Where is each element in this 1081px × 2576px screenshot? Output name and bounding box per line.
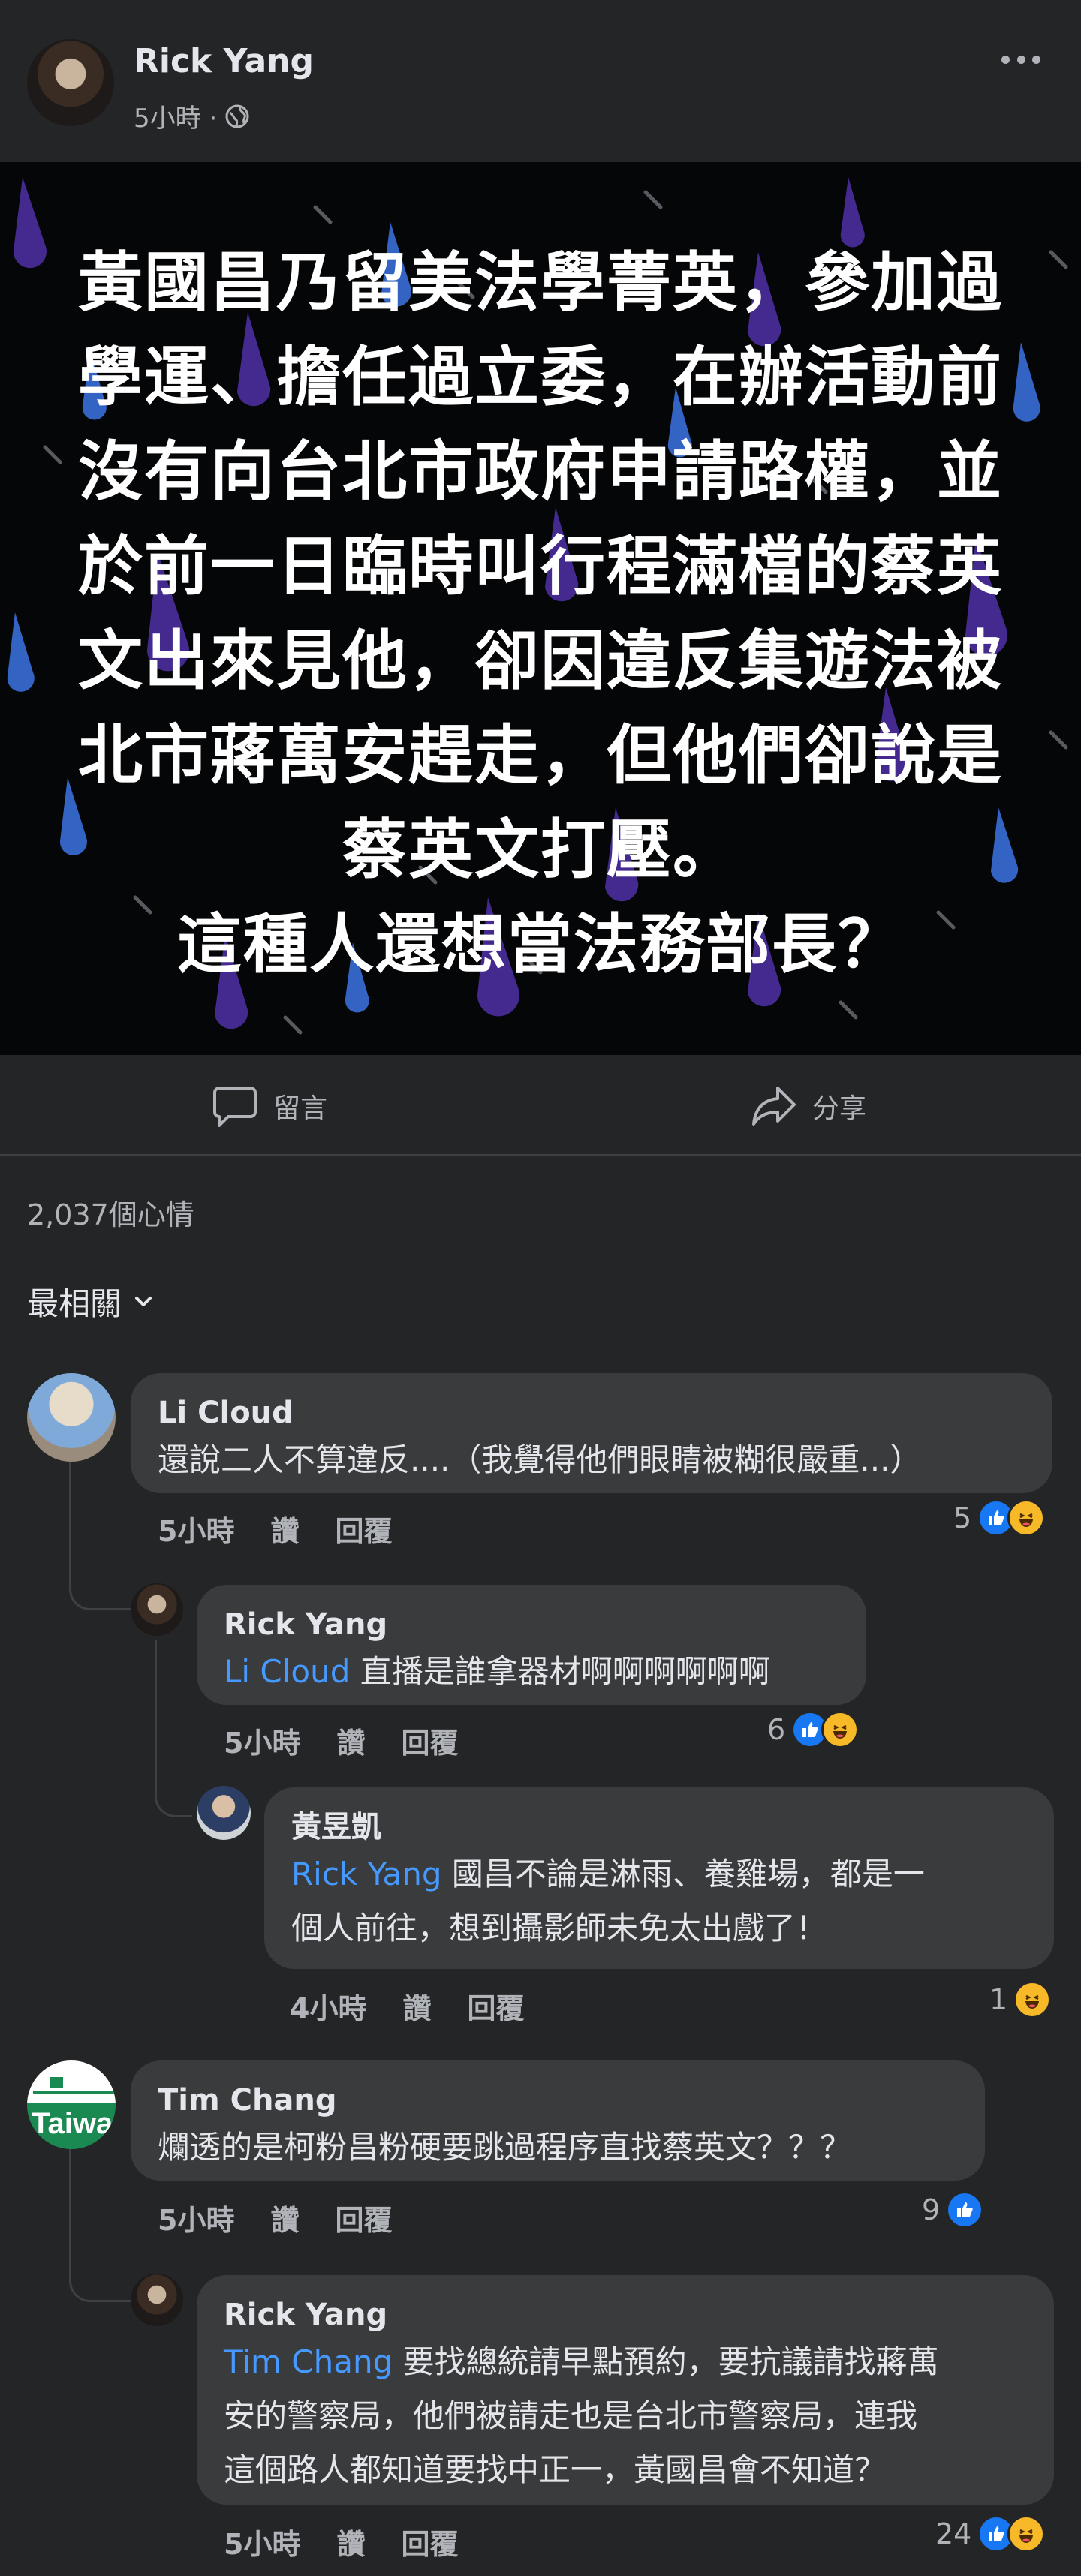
comment-reactions[interactable]: 9 [922, 2191, 984, 2229]
reply-button[interactable]: 回覆 [335, 1508, 392, 1550]
mention-link[interactable]: Rick Yang [291, 1856, 442, 1892]
comment-text: Rick Yang 國昌不論是淋雨、養雞場，都是一 個人前往，想到攝影師未免太出… [291, 1856, 925, 1946]
like-button[interactable]: 讚 [336, 2521, 365, 2562]
reactions-count[interactable]: 2,037個心情 [27, 1192, 194, 1233]
like-button[interactable]: 讚 [336, 1720, 365, 1761]
post-header: Rick Yang 5小時 · [0, 0, 1081, 162]
comment-meta: 4小時 讚 回覆 [290, 1985, 524, 2027]
chevron-down-icon [135, 1296, 152, 1306]
comment-text: Li Cloud 直播是誰拿器材啊啊啊啊啊啊 [224, 1653, 770, 1690]
like-button[interactable]: 讚 [270, 2197, 299, 2238]
comment-author[interactable]: Li Cloud [158, 1393, 1025, 1433]
reply-button[interactable]: 回覆 [401, 1720, 458, 1761]
post-time[interactable]: 5小時 · [134, 98, 217, 134]
comment-text: Tim Chang 要找總統請早點預約，要抗議請找蔣萬 安的警察局，他們被請走也… [224, 2343, 939, 2488]
reaction-count: 5 [953, 1501, 972, 1534]
reply-button[interactable]: 回覆 [467, 1985, 524, 2027]
haha-reaction-icon [1007, 2515, 1046, 2553]
comment-meta: 5小時 讚 回覆 [224, 2521, 458, 2562]
reaction-count: 24 [935, 2517, 972, 2550]
post-meta: 5小時 · [134, 98, 250, 134]
comment-meta: 5小時 讚 回覆 [158, 1508, 392, 1550]
comment-button[interactable]: 留言 [212, 1084, 327, 1129]
like-button[interactable]: 讚 [402, 1985, 431, 2027]
comment-author[interactable]: 黃昱凱 [291, 1807, 1027, 1847]
avatar[interactable] [197, 1786, 251, 1840]
post-image[interactable]: 黃國昌乃留美法學菁英，參加過 學運、擔任過立委，在辦活動前 沒有向台北市政府申請… [0, 162, 1081, 1055]
reply-button[interactable]: 回覆 [335, 2197, 392, 2238]
sort-label: 最相關 [27, 1285, 122, 1322]
comment-time[interactable]: 5小時 [158, 1508, 234, 1550]
comment-meta: 5小時 讚 回覆 [224, 1720, 458, 1761]
mention-link[interactable]: Tim Chang [224, 2343, 393, 2380]
avatar[interactable] [131, 1583, 183, 1636]
avatar[interactable] [27, 1373, 116, 1462]
author-name[interactable]: Rick Yang [134, 42, 314, 80]
comment-author[interactable]: Rick Yang [224, 1604, 839, 1645]
avatar[interactable] [131, 2274, 183, 2326]
comment-reactions[interactable]: 5 [953, 1499, 1046, 1537]
comment-text: 還說二人不算違反....（我覺得他們眼睛被糊很嚴重...） [158, 1441, 922, 1478]
reaction-count: 1 [989, 1983, 1008, 2016]
comment-time[interactable]: 5小時 [224, 2521, 300, 2562]
mention-link[interactable]: Li Cloud [224, 1653, 350, 1690]
image-text: 黃國昌乃留美法學菁英，參加過 學運、擔任過立委，在辦活動前 沒有向台北市政府申請… [78, 245, 1003, 982]
share-button[interactable]: 分享 [751, 1084, 866, 1129]
comment-time[interactable]: 5小時 [224, 1720, 300, 1761]
reaction-count: 9 [922, 2193, 941, 2226]
comment-reactions[interactable]: 24 [935, 2515, 1046, 2553]
avatar[interactable]: Taiwa [27, 2060, 116, 2149]
haha-reaction-icon [1013, 1981, 1052, 2018]
comment-icon [213, 1087, 257, 1127]
comment-bubble: Tim Chang 爛透的是柯粉昌粉硬要跳過程序直找蔡英文？？？ [131, 2060, 985, 2181]
comment-text: 爛透的是柯粉昌粉硬要跳過程序直找蔡英文？？？ [158, 2129, 852, 2166]
haha-reaction-icon [1007, 1499, 1046, 1537]
reaction-count: 6 [767, 1713, 786, 1746]
sort-dropdown[interactable]: 最相關 [27, 1279, 156, 1324]
author-avatar[interactable] [27, 39, 114, 126]
haha-reaction-icon [821, 1711, 860, 1748]
comment-reactions[interactable]: 1 [989, 1981, 1052, 2018]
share-icon [752, 1087, 796, 1126]
comment-bubble: Li Cloud 還說二人不算違反....（我覺得他們眼睛被糊很嚴重...） [131, 1373, 1052, 1493]
comment-time[interactable]: 4小時 [290, 1985, 366, 2027]
thread-line [155, 1640, 192, 1817]
comment-bubble: 黃昱凱 Rick Yang 國昌不論是淋雨、養雞場，都是一 個人前往，想到攝影師… [264, 1787, 1054, 1969]
action-bar: 留言 分享 [0, 1055, 1081, 1156]
share-label: 分享 [812, 1093, 867, 1124]
comment-bubble: Rick Yang Tim Chang 要找總統請早點預約，要抗議請找蔣萬 安的… [197, 2275, 1054, 2505]
comment-meta: 5小時 讚 回覆 [158, 2197, 392, 2238]
comment-reactions[interactable]: 6 [767, 1711, 860, 1748]
like-button[interactable]: 讚 [270, 1508, 299, 1550]
thread-line [69, 2148, 132, 2302]
comment-author[interactable]: Tim Chang [158, 2080, 958, 2121]
avatar-text: Taiwa [32, 2107, 113, 2140]
comment-author[interactable]: Rick Yang [224, 2295, 1027, 2335]
comment-bubble: Rick Yang Li Cloud 直播是誰拿器材啊啊啊啊啊啊 [197, 1585, 866, 1705]
reply-button[interactable]: 回覆 [401, 2521, 458, 2562]
comment-time[interactable]: 5小時 [158, 2197, 234, 2238]
like-reaction-icon [946, 2191, 984, 2229]
more-options-icon[interactable] [1001, 48, 1040, 71]
comment-label: 留言 [273, 1093, 328, 1124]
globe-icon [225, 104, 249, 128]
